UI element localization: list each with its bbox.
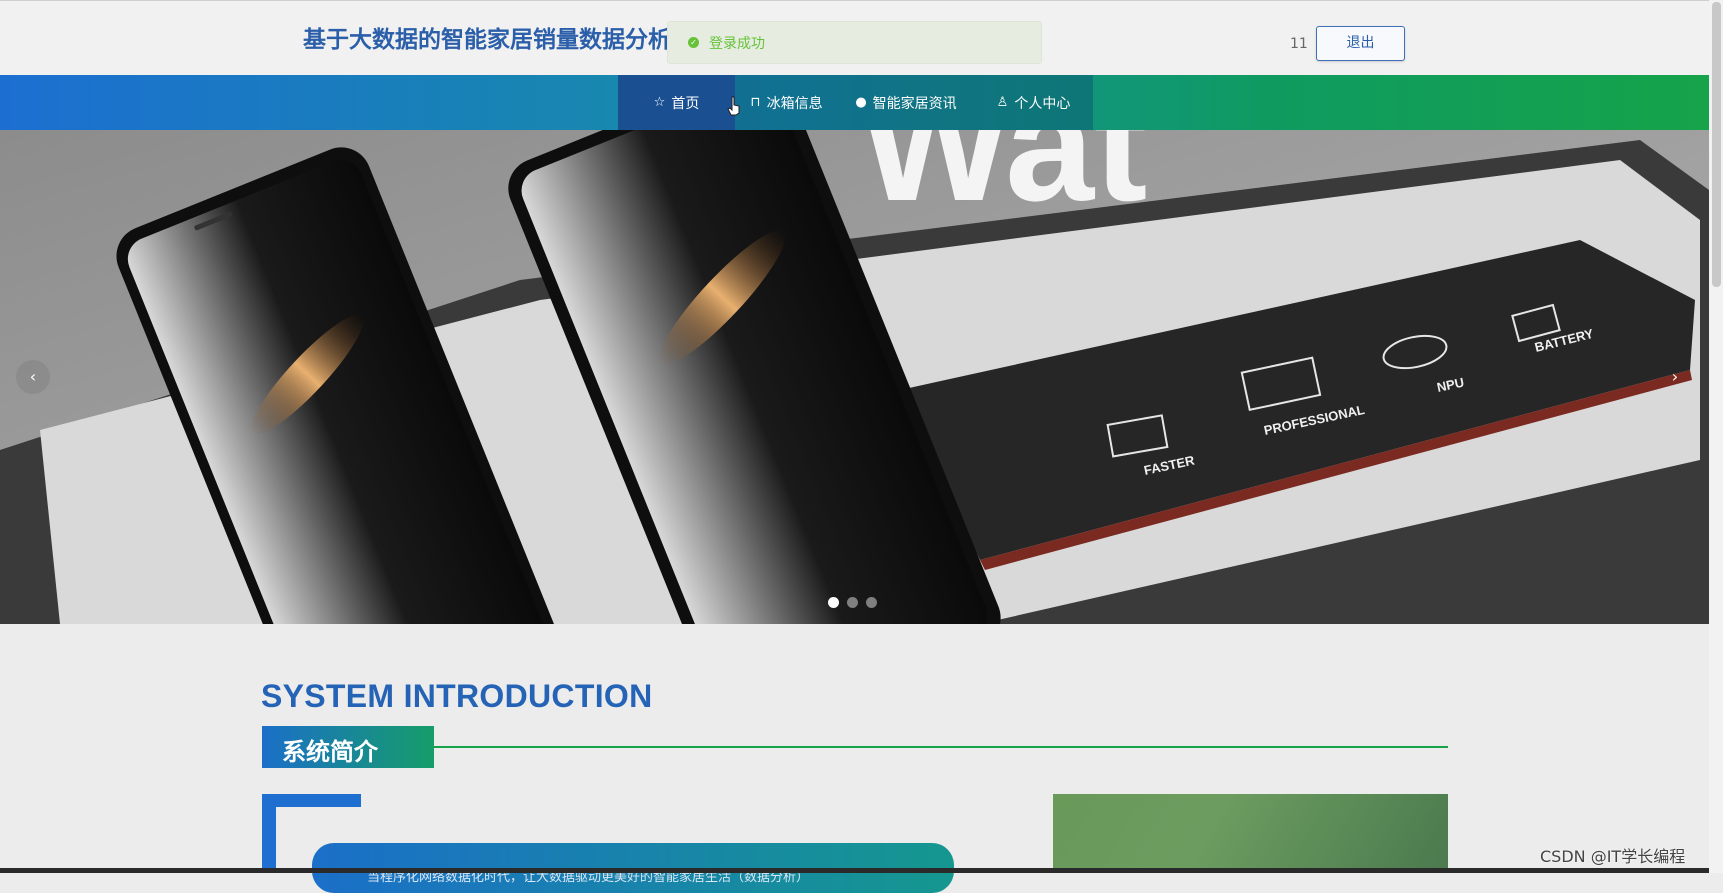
intro-title-badge: 系统简介: [262, 726, 434, 768]
nav-item-fridge-info[interactable]: ⊓ 冰箱信息: [735, 75, 838, 130]
carousel-indicators: [828, 597, 877, 608]
carousel-dot[interactable]: [866, 597, 877, 608]
banner-carousel: Wat A FASTER PROFESSIONAL NPU BATTERY: [0, 130, 1709, 624]
csdn-watermark: CSDN @IT学长编程: [1540, 847, 1686, 866]
hand-cursor-icon: [727, 96, 740, 116]
success-check-icon: ✓: [688, 37, 699, 48]
carousel-slide-image: Wat A FASTER PROFESSIONAL NPU BATTERY: [0, 130, 1709, 624]
info-icon: ●: [855, 95, 867, 110]
logout-button[interactable]: 退出: [1316, 26, 1405, 61]
carousel-dot[interactable]: [828, 597, 839, 608]
window-bottom-edge: [0, 868, 1709, 873]
intro-title-en: SYSTEM INTRODUCTION: [261, 678, 653, 714]
nav-label-personal-center: 个人中心: [1014, 95, 1071, 112]
intro-bracket-decoration-vertical: [262, 794, 276, 873]
main-nav-bar: ☆ 首页 ⊓ 冰箱信息 ● 智能家居资讯 ♙ 个人中心: [0, 75, 1709, 130]
nav-label-fridge-info: 冰箱信息: [766, 95, 823, 112]
nav-item-smart-home-news[interactable]: ● 智能家居资讯: [838, 75, 974, 130]
intro-bracket-decoration: [262, 794, 361, 807]
star-icon: ☆: [653, 95, 666, 110]
page-scrollbar[interactable]: [1709, 0, 1723, 873]
intro-title-cn: 系统简介: [282, 738, 378, 766]
nav-item-personal-center[interactable]: ♙ 个人中心: [974, 75, 1093, 130]
login-success-toast: ✓ 登录成功: [667, 21, 1042, 64]
user-icon: ♙: [996, 95, 1009, 110]
scrollbar-thumb[interactable]: [1712, 2, 1721, 287]
bag-icon: ⊓: [750, 95, 761, 110]
site-title: 基于大数据的智能家居销量数据分析: [303, 27, 671, 53]
nav-label-home: 首页: [671, 95, 700, 112]
carousel-dot[interactable]: [847, 597, 858, 608]
intro-divider: [434, 746, 1448, 748]
toast-message: 登录成功: [709, 35, 765, 52]
nav-menu: ☆ 首页 ⊓ 冰箱信息 ● 智能家居资讯 ♙ 个人中心: [618, 75, 1093, 130]
username: 11: [1290, 36, 1308, 52]
nav-label-smart-home-news: 智能家居资讯: [872, 95, 957, 112]
nav-item-home[interactable]: ☆ 首页: [618, 75, 735, 130]
carousel-prev-button[interactable]: ‹: [16, 360, 50, 394]
intro-image: [1053, 794, 1448, 873]
carousel-next-button[interactable]: ›: [1658, 360, 1692, 394]
